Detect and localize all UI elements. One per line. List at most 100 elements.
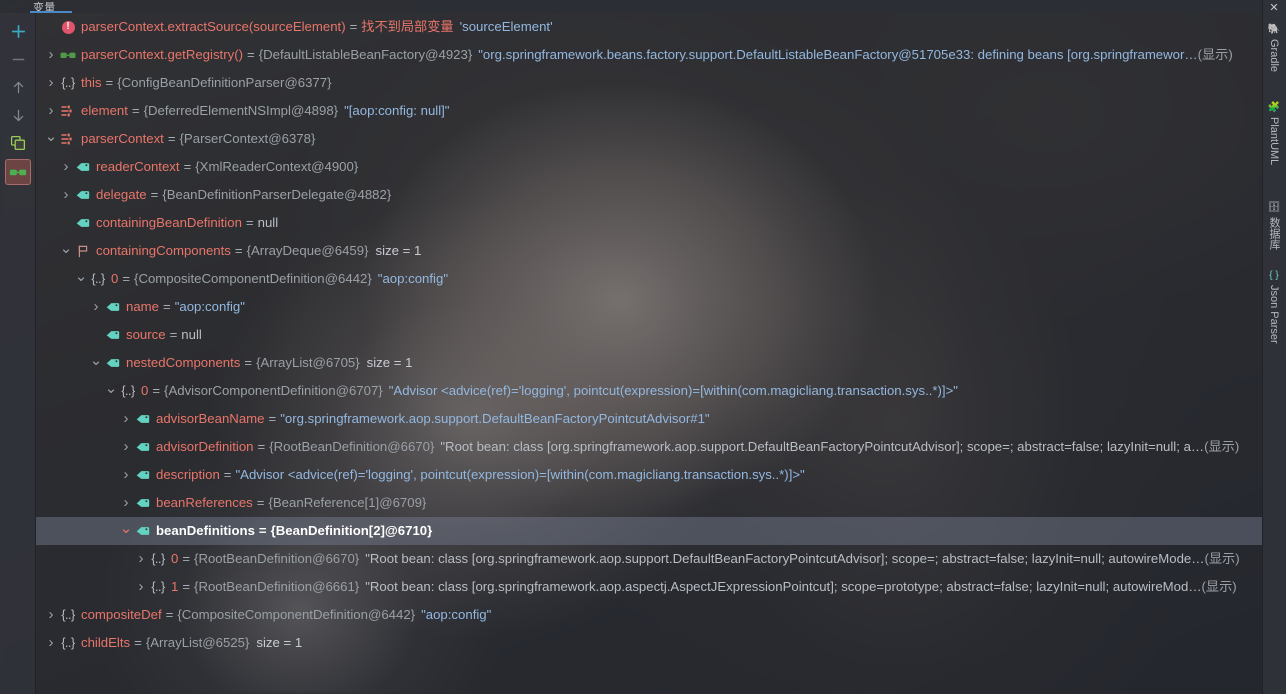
variables-tree[interactable]: ! parserContext.extractSource(sourceEleme…	[36, 13, 1262, 694]
chevron-right-icon[interactable]: ›	[44, 97, 58, 125]
object-reference: {CompositeComponentDefinition@6442}	[134, 271, 372, 286]
tree-row[interactable]: › parserContext.getRegistry() = {DefaultLis…	[36, 41, 1262, 69]
watches-button[interactable]	[5, 159, 31, 185]
debugger-variables-window: 变量 ✕ 🐘 Gradle 🧩 PlantUML 🗄 数据库 {} Json …	[0, 0, 1286, 694]
chevron-right-icon[interactable]: ›	[44, 41, 58, 69]
chevron-placeholder	[89, 321, 103, 349]
equals-sign: =	[246, 47, 255, 62]
chevron-right-icon[interactable]: ›	[119, 433, 133, 461]
chevron-right-icon[interactable]: ›	[134, 573, 148, 601]
chevron-down-icon[interactable]: ⌄	[89, 349, 103, 377]
equals-sign: =	[234, 243, 243, 258]
tree-row[interactable]: › {..} compositeDef = {CompositeComponentDef…	[36, 601, 1262, 629]
field-icon	[133, 517, 153, 545]
variable-name: nestedComponents	[126, 355, 241, 370]
object-reference: {BeanDefinitionParserDelegate@4882}	[162, 187, 392, 202]
chevron-right-icon[interactable]: ›	[119, 405, 133, 433]
tree-row[interactable]: ⌄ parserContext = {ParserContext@6378}	[36, 125, 1262, 153]
braces-glyph: {..}	[151, 580, 165, 594]
equals-sign: =	[163, 299, 171, 314]
collection-size: size = 1	[256, 635, 303, 650]
variable-literal-value: null	[181, 327, 202, 342]
tool-window-database[interactable]: 🗄 数据库	[1262, 200, 1286, 260]
equals-sign: =	[165, 607, 174, 622]
variable-string-value: "org.springframework.beans.factory.suppo…	[478, 47, 1198, 62]
chevron-right-icon[interactable]: ›	[59, 153, 73, 181]
tree-row[interactable]: ⌄ {..} 0 = {AdvisorComponentDefinition@6707}…	[36, 377, 1262, 405]
chevron-down-icon[interactable]: ⌄	[44, 125, 58, 153]
remove-watch-button[interactable]	[5, 46, 31, 72]
chevron-down-icon[interactable]: ⌄	[119, 517, 133, 545]
chevron-right-icon[interactable]: ›	[119, 489, 133, 517]
field-icon	[103, 349, 123, 377]
object-reference: {ConfigBeanDefinitionParser@6377}	[117, 75, 332, 90]
tree-row[interactable]: ! parserContext.extractSource(sourceEleme…	[36, 13, 1262, 41]
equals-sign: =	[183, 159, 192, 174]
variable-name: parserContext	[81, 131, 164, 146]
chevron-right-icon[interactable]: ›	[44, 601, 58, 629]
copy-button[interactable]	[5, 130, 31, 156]
chevron-down-icon[interactable]: ⌄	[104, 377, 118, 405]
tree-row[interactable]: › delegate = {BeanDefinitionParserDelegate@…	[36, 181, 1262, 209]
tree-row[interactable]: › name = "aop:config"	[36, 293, 1262, 321]
close-icon[interactable]: ✕	[1266, 1, 1282, 15]
chevron-right-icon[interactable]: ›	[44, 69, 58, 97]
add-watch-button[interactable]	[5, 18, 31, 44]
tree-row[interactable]: › readerContext = {XmlReaderContext@4900}	[36, 153, 1262, 181]
object-reference: {CompositeComponentDefinition@6442}	[177, 607, 416, 622]
node-icon	[58, 125, 78, 153]
tree-row[interactable]: › beanReferences = {BeanReference[1]@6709}	[36, 489, 1262, 517]
database-icon: 🗄	[1267, 202, 1281, 213]
tree-row[interactable]: › element = {DeferredElementNSImpl@4898} "[a…	[36, 97, 1262, 125]
tool-window-header: 变量	[0, 0, 1286, 14]
object-icon: {..}	[58, 601, 78, 629]
object-reference: {ArrayDeque@6459}	[246, 243, 369, 258]
tree-row[interactable]: › {..} 1 = {RootBeanDefinition@6661} "Root be…	[36, 573, 1262, 601]
variable-string-value: "Advisor <advice(ref)='logging', pointcu…	[388, 383, 958, 398]
tree-row[interactable]: › advisorDefinition = {RootBeanDefinition@6…	[36, 433, 1262, 461]
object-icon: {..}	[58, 629, 78, 657]
chevron-down-icon[interactable]: ⌄	[74, 265, 88, 293]
equals-sign: =	[169, 327, 178, 342]
chevron-right-icon[interactable]: ›	[59, 181, 73, 209]
object-reference: {RootBeanDefinition@6661}	[194, 579, 360, 594]
chevron-placeholder	[59, 209, 73, 237]
tree-row[interactable]: ⌄ containingComponents = {ArrayDeque@6459} s…	[36, 237, 1262, 265]
chevron-right-icon[interactable]: ›	[134, 545, 148, 573]
tree-row-selected[interactable]: ⌄ beanDefinitions = {BeanDefinition[2]@6710…	[36, 517, 1262, 545]
object-icon: {..}	[58, 69, 78, 97]
tool-window-plantuml[interactable]: 🧩 PlantUML	[1262, 100, 1286, 192]
chevron-right-icon[interactable]: ›	[89, 293, 103, 321]
tree-row[interactable]: ⌄ {..} 0 = {CompositeComponentDefinition@644…	[36, 265, 1262, 293]
tree-row[interactable]: ⌄ nestedComponents = {ArrayList@6705} size =…	[36, 349, 1262, 377]
variable-string-value: "org.springframework.aop.support.Default…	[280, 411, 710, 426]
tool-window-json-parser[interactable]: { } Json Parser	[1262, 268, 1286, 364]
chevron-down-icon[interactable]: ⌄	[59, 237, 73, 265]
object-icon: {..}	[118, 377, 138, 405]
tree-row[interactable]: › advisorBeanName = "org.springframework.ao…	[36, 405, 1262, 433]
tool-window-gradle[interactable]: 🐘 Gradle	[1262, 22, 1286, 92]
object-reference: {BeanDefinition[2]@6710}	[270, 523, 433, 538]
variable-name: containingComponents	[96, 243, 231, 258]
tree-row[interactable]: › {..} 0 = {RootBeanDefinition@6670} "Root be…	[36, 545, 1262, 573]
braces-glyph: {..}	[91, 272, 105, 286]
equals-sign: =	[152, 383, 161, 398]
variable-name: parserContext.getRegistry()	[81, 47, 243, 62]
chevron-right-icon[interactable]: ›	[119, 461, 133, 489]
tree-row[interactable]: › description = "Advisor <advice(ref)='logg…	[36, 461, 1262, 489]
collection-size: size = 1	[375, 243, 422, 258]
move-up-button[interactable]	[5, 74, 31, 100]
object-reference: {RootBeanDefinition@6670}	[269, 439, 435, 454]
tree-row[interactable]: › {..} childElts = {ArrayList@6525} size = 1	[36, 629, 1262, 657]
show-more-link: (显示)	[1197, 47, 1233, 62]
chevron-right-icon[interactable]: ›	[44, 629, 58, 657]
variable-string-value: "[aop:config: null]"	[344, 103, 450, 118]
right-tool-window-bar: ✕ 🐘 Gradle 🧩 PlantUML 🗄 数据库 { } Json Par…	[1262, 0, 1286, 694]
variable-name: this	[81, 75, 102, 90]
object-reference: {ParserContext@6378}	[179, 131, 316, 146]
node-icon	[58, 97, 78, 125]
move-down-button[interactable]	[5, 102, 31, 128]
tree-row[interactable]: containingBeanDefinition = null	[36, 209, 1262, 237]
tree-row[interactable]: source = null	[36, 321, 1262, 349]
tree-row[interactable]: › {..} this = {ConfigBeanDefinitionParser@63…	[36, 69, 1262, 97]
